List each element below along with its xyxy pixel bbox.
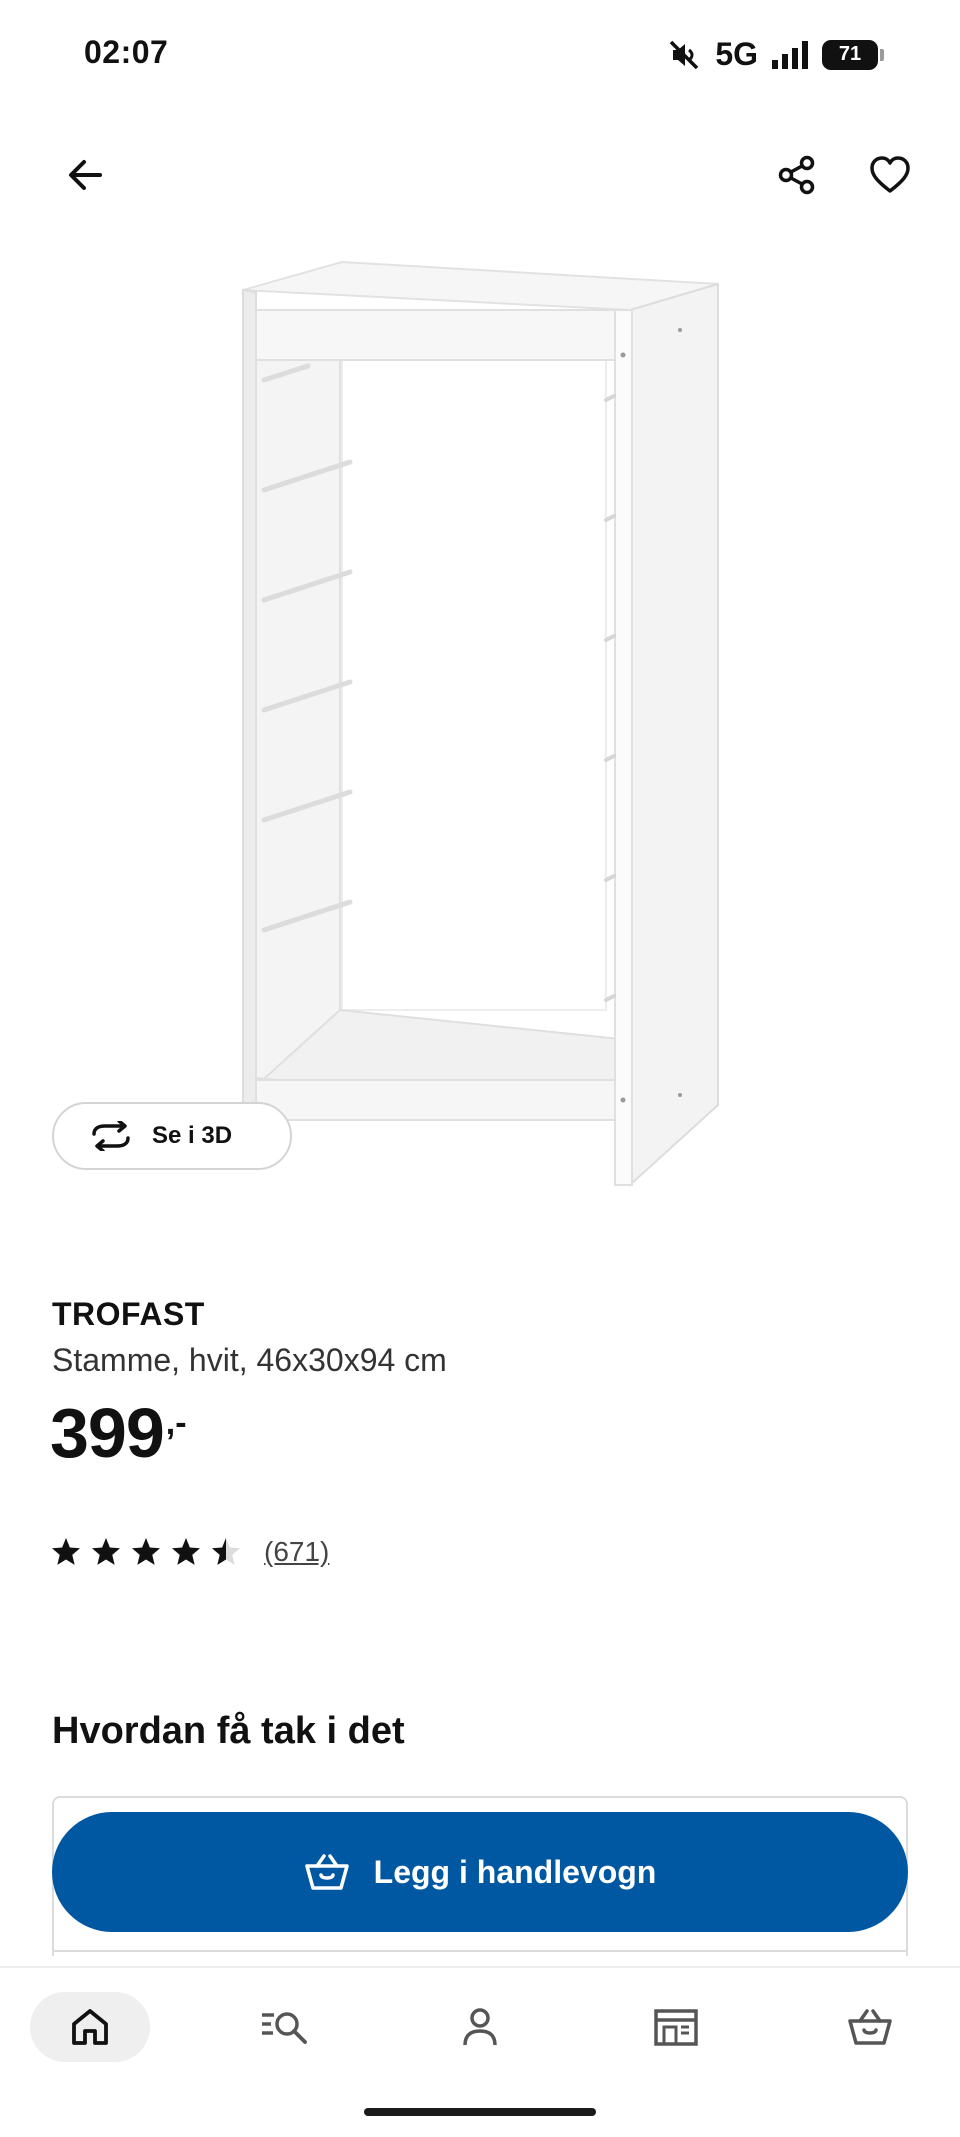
add-to-cart-label: Legg i handlevogn — [373, 1853, 657, 1890]
nav-cart[interactable] — [810, 1992, 930, 2062]
arrow-left-icon — [69, 160, 102, 190]
signal-icon — [772, 40, 808, 69]
star-full-icon — [52, 1538, 80, 1565]
card-divider — [54, 1950, 906, 1952]
see-in-3d-label: Se i 3D — [152, 1122, 233, 1149]
basket-icon — [848, 2009, 892, 2045]
rating[interactable]: (671) — [50, 1536, 329, 1568]
product-page: 02:07 5G 71 Se i 3D TROFAST Stamme, hvit… — [0, 0, 960, 2137]
status-bar: 02:07 5G 71 — [0, 0, 960, 108]
share-button[interactable] — [765, 143, 829, 207]
star-full-icon — [92, 1538, 120, 1565]
nav-profile[interactable] — [420, 1992, 540, 2062]
price-amount: 399 — [50, 1394, 165, 1472]
search-icon — [262, 2012, 307, 2044]
availability-title: Hvordan få tak i det — [52, 1710, 405, 1752]
rating-count[interactable]: (671) — [264, 1536, 329, 1568]
status-time: 02:07 — [84, 34, 169, 70]
battery-level: 71 — [838, 43, 862, 65]
home-indicator — [364, 2108, 596, 2116]
store-icon — [654, 2009, 698, 2046]
profile-icon — [463, 2008, 497, 2046]
basket-icon — [304, 1854, 349, 1890]
battery-icon: 71 — [822, 39, 884, 70]
price-suffix: ,- — [165, 1404, 187, 1442]
star-half-icon — [212, 1538, 240, 1565]
back-button[interactable] — [54, 143, 118, 207]
share-icon — [778, 155, 815, 195]
favorite-button[interactable] — [858, 143, 922, 207]
heart-icon — [870, 156, 910, 193]
rotate-3d-icon — [92, 1121, 130, 1151]
network-label: 5G — [715, 36, 758, 72]
nav-store[interactable] — [616, 1992, 736, 2062]
status-icons: 5G 71 — [667, 36, 884, 73]
product-image[interactable] — [230, 250, 730, 1210]
add-to-cart-button[interactable]: Legg i handlevogn — [52, 1812, 908, 1932]
product-name: TROFAST — [52, 1296, 205, 1332]
star-full-icon — [132, 1538, 160, 1565]
product-description: Stamme, hvit, 46x30x94 cm — [52, 1342, 447, 1378]
product-price: 399 ,- — [50, 1398, 187, 1468]
mute-icon — [670, 40, 699, 69]
see-in-3d-button[interactable]: Se i 3D — [52, 1102, 292, 1170]
nav-home[interactable] — [30, 1992, 150, 2062]
home-icon — [72, 2009, 108, 2045]
star-full-icon — [172, 1538, 200, 1565]
nav-search[interactable] — [225, 1992, 345, 2062]
